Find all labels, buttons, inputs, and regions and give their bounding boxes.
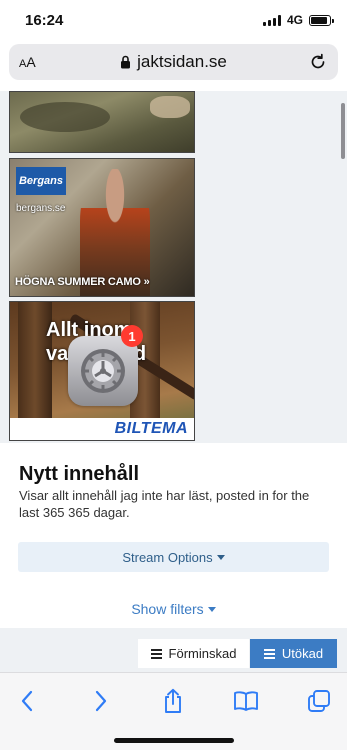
hunting-ad-banner[interactable] [9,91,195,153]
lock-icon [121,55,131,69]
show-filters-label: Show filters [131,601,204,617]
network-label: 4G [286,13,303,27]
biltema-logo: BILTEMA [114,420,188,437]
scrollbar[interactable] [341,103,345,159]
biltema-footer: BILTEMA [10,418,194,440]
forward-button[interactable] [87,687,115,715]
address-bar[interactable]: AA jaktsidan.se [9,44,338,80]
bookmarks-button[interactable] [232,687,260,715]
expanded-label: Utökad [281,646,324,661]
url-domain: jaktsidan.se [137,52,227,71]
page-title: Nytt innehåll [19,463,140,485]
status-time: 16:24 [25,12,64,29]
tabs-button[interactable] [305,687,333,715]
bergans-logo: Bergans [16,167,66,195]
list-icon [150,648,162,659]
stream-section: Nytt innehåll Visar allt innehåll jag in… [0,443,347,628]
view-toggle-bar: Förminskad Utökad [0,628,347,672]
settings-gear-icon[interactable] [68,336,138,406]
battery-level [311,16,328,24]
bergans-site-text: bergans.se [16,203,66,214]
book-icon [234,691,258,711]
tabs-icon [308,690,330,712]
bergans-caption: HÖGNA SUMMER CAMO » [15,276,150,288]
chevron-left-icon [21,690,33,712]
condensed-label: Förminskad [168,646,237,661]
status-indicators: 4G [262,13,334,27]
battery-icon [309,14,334,26]
share-button[interactable] [159,687,187,715]
status-bar: 16:24 4G [0,0,347,40]
share-icon [165,688,181,713]
bergans-ad[interactable]: Bergans bergans.se HÖGNA SUMMER CAMO » [9,158,195,297]
caret-down-icon [207,606,216,612]
reload-icon[interactable] [308,52,328,72]
notification-badge: 1 [121,325,143,347]
page-content[interactable]: Bergans bergans.se HÖGNA SUMMER CAMO » A… [0,91,347,443]
stream-options-label: Stream Options [122,549,213,565]
menu-icon [263,648,275,659]
back-button[interactable] [13,687,41,715]
biltema-ad[interactable]: Allt inom vapenvård 1 BILTEMA [9,301,195,441]
cellular-signal-icon [262,14,281,26]
url-display[interactable]: jaktsidan.se [9,52,338,72]
stream-options-button[interactable]: Stream Options [18,542,329,572]
stream-description: Visar allt innehåll jag inte har läst, p… [19,488,310,520]
home-indicator[interactable] [114,738,234,743]
condensed-view-button[interactable]: Förminskad [138,639,249,668]
caret-down-icon [216,554,225,560]
show-filters-link[interactable]: Show filters [0,601,347,617]
chevron-right-icon [95,690,107,712]
expanded-view-button[interactable]: Utökad [250,639,337,668]
